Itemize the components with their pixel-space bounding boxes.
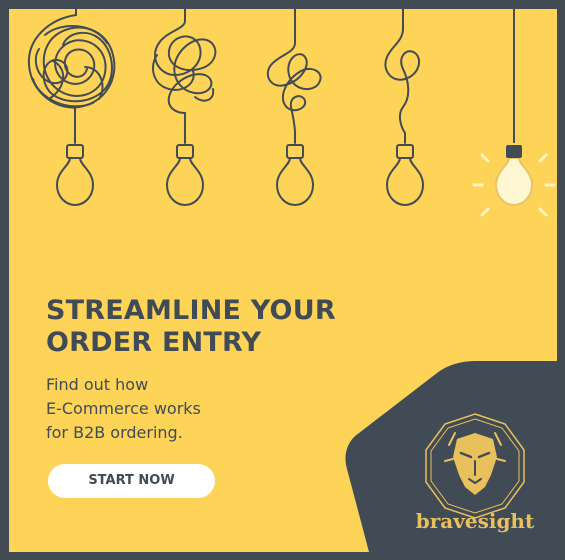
lion-head-icon	[425, 413, 525, 519]
tangled-bulb-icon	[27, 9, 116, 206]
tangled-bulb-icon	[384, 9, 424, 206]
brand-logo-text: bravesight	[415, 509, 535, 533]
headline-line-1: STREAMLINE YOUR	[46, 295, 336, 326]
bulbs-illustration	[27, 9, 556, 217]
ad-banner: STREAMLINE YOUR ORDER ENTRY Find out how…	[9, 9, 557, 552]
subcopy-line-3: for B2B ordering.	[46, 423, 183, 442]
headline-line-2: ORDER ENTRY	[46, 327, 262, 358]
start-now-button[interactable]: START NOW	[48, 464, 215, 498]
subcopy: Find out how E-Commerce works for B2B or…	[46, 373, 306, 445]
subcopy-line-2: E-Commerce works	[46, 399, 201, 418]
lit-bulb-icon	[472, 9, 556, 217]
headline: STREAMLINE YOUR ORDER ENTRY	[46, 295, 406, 359]
tangled-bulb-icon	[266, 9, 322, 206]
page-frame: STREAMLINE YOUR ORDER ENTRY Find out how…	[0, 0, 565, 560]
subcopy-line-1: Find out how	[46, 375, 149, 394]
tangled-bulb-icon	[152, 9, 217, 206]
